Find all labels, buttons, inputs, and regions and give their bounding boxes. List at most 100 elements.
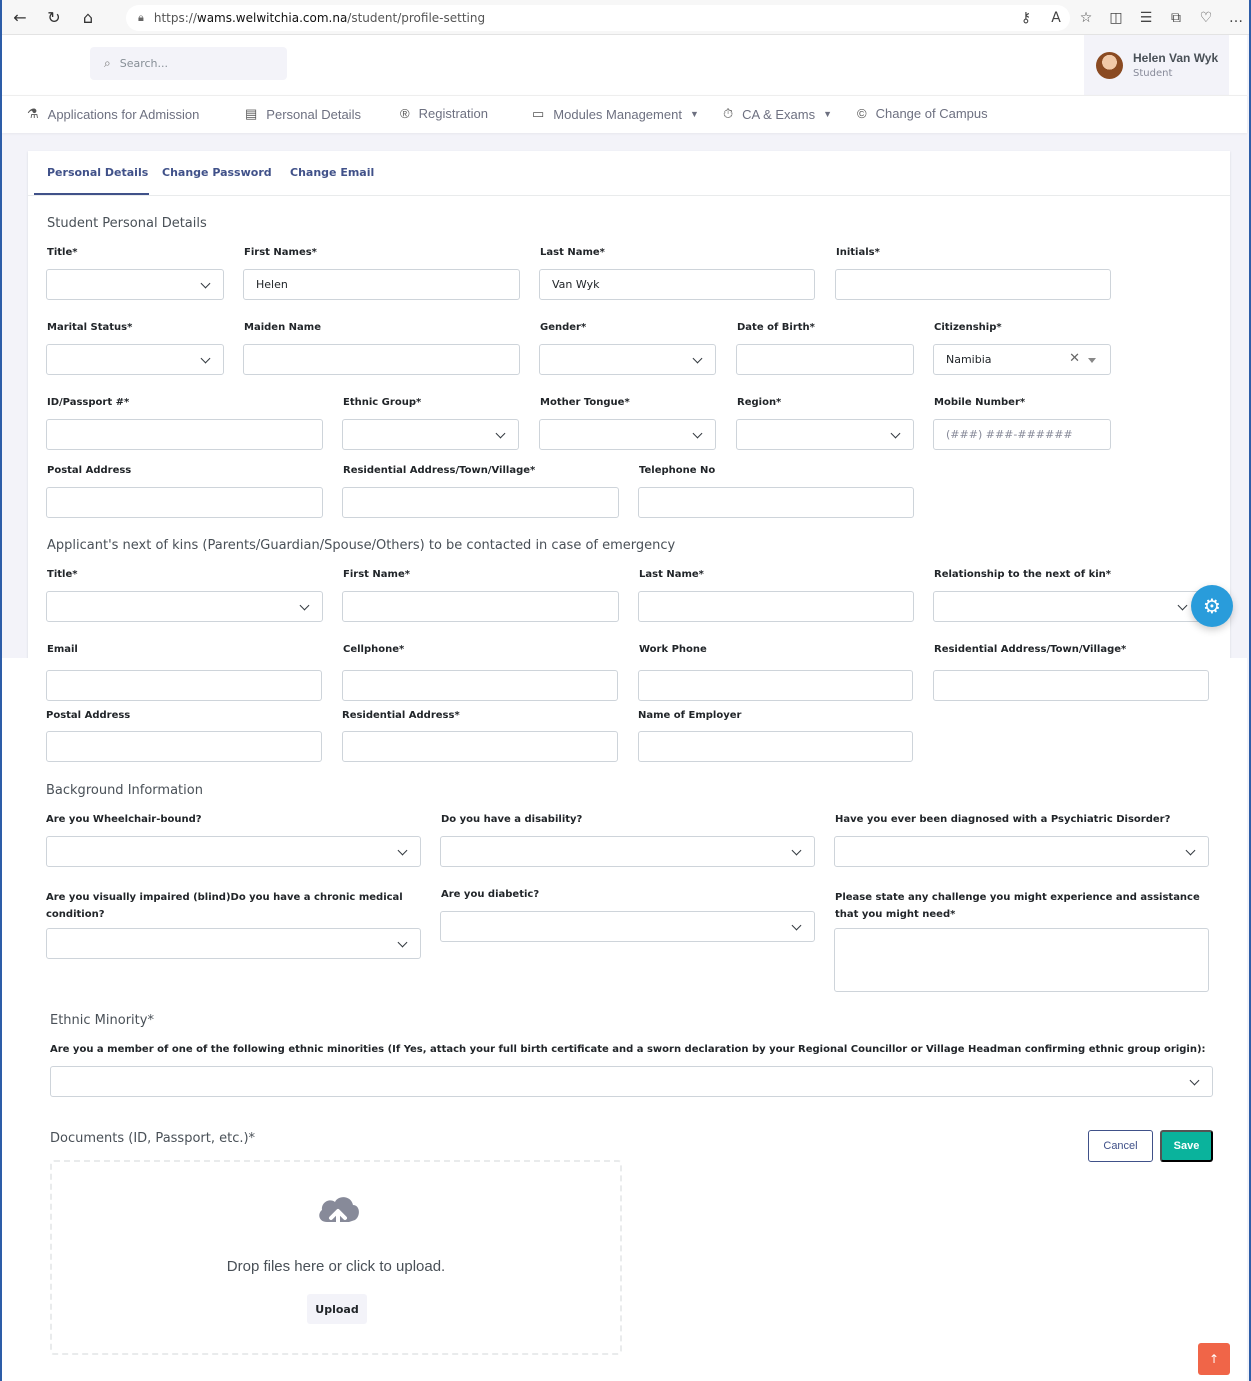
tab-change-password[interactable]: Change Password	[162, 166, 272, 179]
challenge-textarea[interactable]	[834, 928, 1209, 992]
clear-icon[interactable]: ✕	[1069, 351, 1080, 366]
kin-first-name-label: First Name*	[343, 569, 410, 580]
extensions-icon[interactable]: ♡	[1191, 10, 1221, 26]
module-icon: ▭	[532, 106, 545, 121]
collections-icon[interactable]: ⧉	[1161, 10, 1191, 26]
nav-modules-management[interactable]: ▭ Modules Management ▼	[532, 106, 699, 122]
mobile-input[interactable]: (###) ###-######	[933, 419, 1111, 450]
kin-first-name-input[interactable]	[342, 591, 619, 622]
diabetic-select[interactable]	[440, 911, 815, 942]
wheelchair-label: Are you Wheelchair-bound?	[46, 814, 202, 825]
psychiatric-label: Have you ever been diagnosed with a Psyc…	[835, 814, 1171, 825]
mobile-placeholder: (###) ###-######	[946, 428, 1073, 441]
gender-label: Gender*	[540, 322, 587, 333]
visual-impaired-label: Are you visually impaired (blind)Do you …	[46, 892, 403, 920]
user-name: Helen Van Wyk	[1133, 51, 1219, 65]
kin-residential-town-input[interactable]	[933, 670, 1209, 701]
cancel-button[interactable]: Cancel	[1088, 1130, 1153, 1162]
initials-input[interactable]	[835, 269, 1111, 300]
url-host: wams.welwitchia.com.na	[196, 11, 348, 25]
active-tab-indicator	[34, 193, 149, 195]
user-role: Student	[1133, 68, 1173, 79]
user-profile-dropdown[interactable]: Helen Van Wyk Student	[1084, 35, 1229, 95]
kin-employer-label: Name of Employer	[638, 710, 742, 721]
nav-applications[interactable]: ⚗ Applications for Admission	[27, 106, 199, 122]
upload-button[interactable]: Upload	[307, 1294, 367, 1324]
citizenship-select[interactable]: Namibia ✕	[933, 344, 1111, 375]
cloud-upload-icon	[319, 1197, 359, 1232]
ethnic-group-label: Ethnic Group*	[343, 397, 422, 408]
ethnic-group-select[interactable]	[342, 419, 519, 450]
favorite-star-icon[interactable]: ☆	[1071, 10, 1101, 26]
telephone-label: Telephone No	[639, 465, 716, 476]
split-screen-icon[interactable]: ◫	[1101, 10, 1131, 26]
telephone-input[interactable]	[638, 487, 914, 518]
region-select[interactable]	[736, 419, 914, 450]
dob-input[interactable]	[736, 344, 914, 375]
kin-relationship-select[interactable]	[933, 591, 1201, 622]
nav-change-of-campus[interactable]: © Change of Campus	[857, 106, 988, 121]
challenge-label: Please state any challenge you might exp…	[835, 892, 1200, 920]
nav-ca-exams[interactable]: ⏱ CA & Exams ▼	[723, 106, 832, 122]
wheelchair-select[interactable]	[46, 836, 421, 867]
favorites-icon[interactable]: ☰	[1131, 10, 1161, 26]
first-names-input[interactable]: Helen	[243, 269, 520, 300]
save-button[interactable]: Save	[1160, 1130, 1213, 1162]
registered-icon: ®	[400, 106, 410, 121]
maiden-name-input[interactable]	[243, 344, 520, 375]
avatar	[1096, 51, 1123, 79]
gender-select[interactable]	[539, 344, 716, 375]
residential-address-input[interactable]	[342, 487, 619, 518]
settings-gear-icon[interactable]: ⚙	[1191, 585, 1233, 627]
kin-residential-input[interactable]	[342, 731, 618, 762]
psychiatric-select[interactable]	[834, 836, 1209, 867]
reload-icon[interactable]: ↻	[40, 3, 68, 31]
kin-work-phone-input[interactable]	[638, 670, 913, 701]
home-icon[interactable]: ⌂	[74, 3, 102, 31]
kin-relationship-label: Relationship to the next of kin*	[934, 569, 1112, 580]
citizenship-value: Namibia	[946, 353, 992, 366]
read-aloud-icon[interactable]: A	[1041, 10, 1071, 26]
kin-email-label: Email	[47, 644, 78, 655]
tab-personal-details[interactable]: Personal Details	[47, 166, 148, 179]
citizenship-label: Citizenship*	[934, 322, 1002, 333]
kin-email-input[interactable]	[46, 670, 322, 701]
file-dropzone[interactable]: Drop files here or click to upload. Uplo…	[50, 1160, 622, 1355]
kin-title-select[interactable]	[46, 591, 323, 622]
last-name-input[interactable]: Van Wyk	[539, 269, 815, 300]
nav-personal-details[interactable]: ▤ Personal Details	[245, 106, 361, 122]
mother-tongue-select[interactable]	[539, 419, 716, 450]
title-select[interactable]	[46, 269, 224, 300]
back-to-top-icon[interactable]: ↑	[1198, 1343, 1230, 1375]
postal-address-input[interactable]	[46, 487, 323, 518]
first-names-label: First Names*	[244, 247, 317, 258]
search-input[interactable]: ⌕ Search...	[90, 47, 287, 80]
postal-address-label: Postal Address	[47, 465, 132, 476]
tab-change-email[interactable]: Change Email	[290, 166, 374, 179]
marital-status-select[interactable]	[46, 344, 224, 375]
address-bar[interactable]: 🔒︎ https://wams.welwitchia.com.na/studen…	[126, 5, 1070, 31]
nav-registration[interactable]: ® Registration	[400, 106, 488, 121]
student-details-heading: Student Personal Details	[47, 216, 207, 231]
kin-postal-label: Postal Address	[46, 710, 131, 721]
key-icon[interactable]: ⚷	[1011, 10, 1041, 26]
url-path: /student/profile-setting	[347, 11, 486, 25]
more-menu-icon[interactable]: …	[1221, 10, 1251, 26]
mobile-label: Mobile Number*	[934, 397, 1026, 408]
title-label: Title*	[47, 247, 78, 258]
region-label: Region*	[737, 397, 782, 408]
back-arrow-icon[interactable]: ←	[6, 3, 34, 31]
id-passport-input[interactable]	[46, 419, 323, 450]
first-names-value: Helen	[256, 278, 288, 291]
marital-status-label: Marital Status*	[47, 322, 133, 333]
kin-cellphone-input[interactable]	[342, 670, 618, 701]
ethnic-minority-select[interactable]	[50, 1066, 1213, 1097]
kin-last-name-label: Last Name*	[639, 569, 704, 580]
kin-employer-input[interactable]	[638, 731, 913, 762]
disability-select[interactable]	[440, 836, 815, 867]
dob-label: Date of Birth*	[737, 322, 815, 333]
kin-postal-input[interactable]	[46, 731, 322, 762]
visual-impaired-select[interactable]	[46, 928, 421, 959]
residential-address-label: Residential Address/Town/Village*	[343, 465, 536, 476]
kin-last-name-input[interactable]	[638, 591, 914, 622]
